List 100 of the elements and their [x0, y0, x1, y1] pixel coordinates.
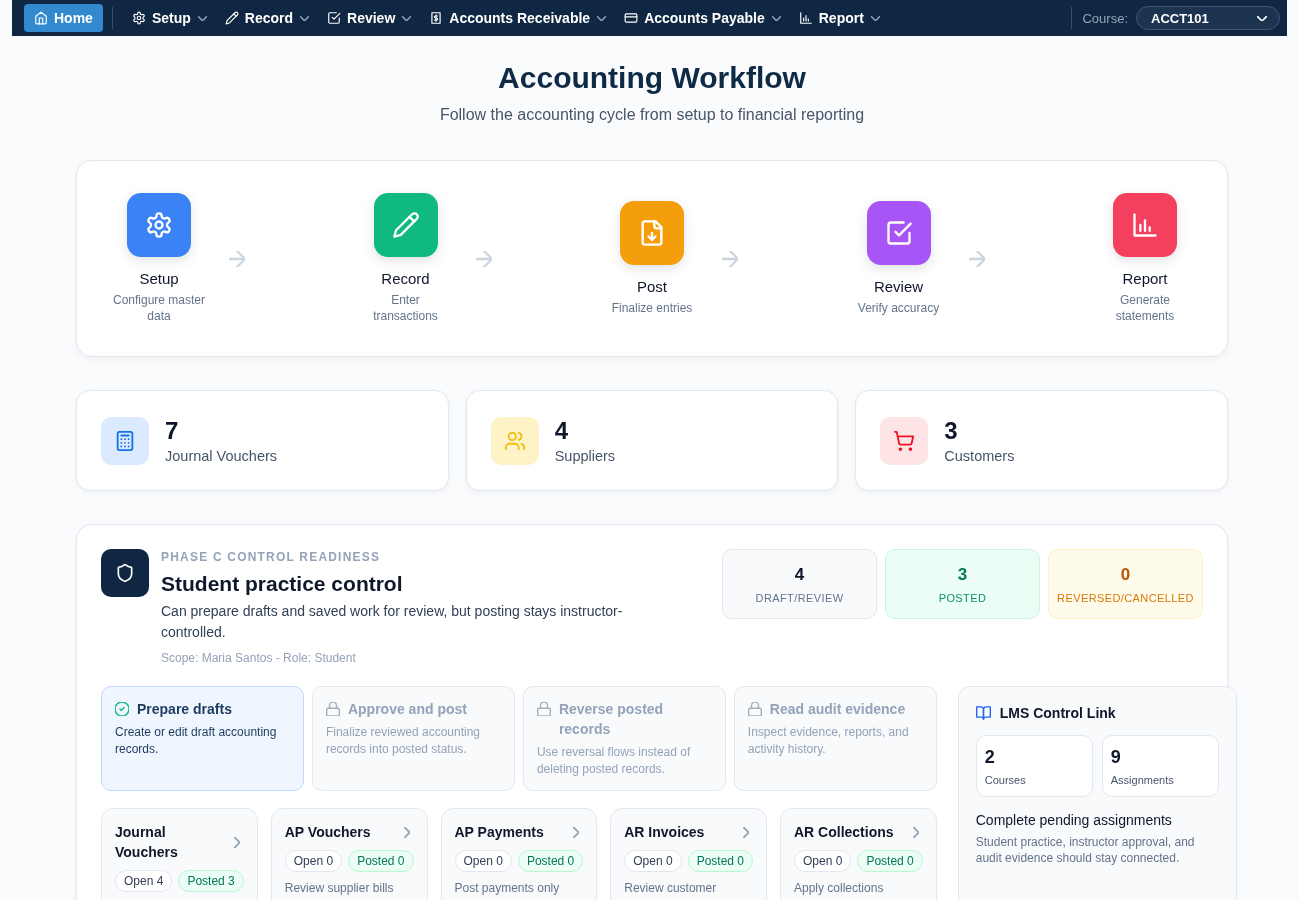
- module-card[interactable]: AR Collections Open 0 Posted 0 Apply collections: [780, 808, 937, 900]
- module-title: Journal Vouchers: [115, 823, 179, 862]
- module-description: Review customer: [624, 880, 718, 896]
- chevron-right-icon: [573, 826, 580, 838]
- lock-icon: [325, 702, 340, 716]
- nav-menu-button[interactable]: Accounts Receivable: [420, 4, 616, 32]
- count-pill: Posted 0: [687, 850, 753, 872]
- lms-title: LMS Control Link: [999, 704, 1116, 723]
- module-card[interactable]: AR Invoices Open 0 Posted 0 Review customer: [610, 808, 767, 900]
- chevron-right-icon: [912, 826, 919, 838]
- page-title: Accounting Workflow: [497, 60, 807, 96]
- metric-value: 2: [984, 746, 996, 768]
- book-icon: [975, 706, 991, 720]
- chevron-down-icon: [870, 15, 880, 21]
- module-title: AR Collections: [794, 823, 894, 842]
- module-title: AP Vouchers: [284, 823, 371, 842]
- permission-description: Finalize reviewed accounting records into posted status.: [325, 724, 482, 758]
- chevron-down-icon: [771, 15, 781, 21]
- count-pill: Open 4: [115, 870, 173, 892]
- chevron-down-icon: [597, 15, 607, 21]
- permission-description: Use reversal flows instead of deleting posted records.: [536, 744, 692, 778]
- module-description: Post payments only: [454, 880, 561, 896]
- stat-value: 7: [165, 415, 180, 446]
- count-pill: Open 0: [284, 850, 343, 872]
- lms-description: Student practice, instructor approval, and audit evidence should stay connected.: [975, 834, 1196, 866]
- arrow-right-icon: [968, 250, 985, 267]
- permission-description: Inspect evidence, reports, and activity history.: [747, 724, 910, 758]
- lock-icon: [747, 702, 762, 716]
- bar-chart-icon: [798, 11, 813, 25]
- module-description: Apply collections: [794, 880, 885, 896]
- stat-label: Suppliers: [554, 446, 616, 466]
- chevron-down-icon: [300, 15, 310, 21]
- arrow-right-icon: [475, 250, 492, 267]
- module-title: AR Invoices: [624, 823, 705, 842]
- course-select[interactable]: ACCT101: [1136, 6, 1280, 30]
- step-description: Verify accuracy: [857, 300, 940, 316]
- count-pill: Posted 0: [348, 850, 414, 872]
- nav-menu-button[interactable]: Report: [789, 4, 889, 32]
- metric-label: Courses: [984, 773, 1027, 787]
- nav-menu-button[interactable]: Setup: [122, 4, 216, 32]
- section-eyebrow: PHASE C CONTROL READINESS: [161, 549, 382, 565]
- module-title: AP Payments: [454, 823, 544, 842]
- nav-menu-button[interactable]: Accounts Payable: [615, 4, 790, 32]
- module-description: Review supplier bills: [284, 880, 395, 896]
- counter-label: DRAFT/REVIEW: [755, 590, 844, 605]
- metric-value: 9: [1110, 746, 1122, 768]
- section-description: Can prepare drafts and saved work for review, but posting stays instructor-controlled.: [161, 602, 624, 642]
- lms-heading: Complete pending assignments: [975, 811, 1173, 830]
- step-title: Report: [1122, 269, 1168, 289]
- scope-text: Scope: Maria Santos - Role: Student: [161, 650, 357, 666]
- metric-label: Assignments: [1110, 773, 1175, 787]
- gear-icon: [131, 11, 146, 25]
- step-description: Generate statements: [1114, 292, 1176, 324]
- counter-label: POSTED: [938, 590, 987, 605]
- module-card[interactable]: AP Vouchers Open 0 Posted 0 Review supplier bills: [270, 808, 428, 900]
- count-pill: Posted 0: [857, 850, 923, 872]
- credit-card-icon: [624, 11, 639, 25]
- permission-description: Create or edit draft accounting records.: [115, 724, 278, 758]
- course-label: Course:: [1082, 10, 1128, 26]
- counter-value: 0: [1120, 563, 1131, 586]
- permission-title: Prepare drafts: [137, 700, 232, 719]
- stat-value: 4: [554, 415, 569, 446]
- shield-icon: [101, 549, 149, 597]
- module-card[interactable]: AP Payments Open 0 Posted 0 Post payments only: [440, 808, 598, 900]
- lock-icon: [536, 702, 551, 716]
- nav-menu-button[interactable]: Review: [318, 4, 421, 32]
- dollar-document-icon: [429, 11, 444, 25]
- chevron-right-icon: [743, 826, 749, 838]
- checkbox-icon: [327, 11, 342, 25]
- arrow-right-icon: [722, 250, 738, 267]
- chevron-down-icon: [402, 15, 412, 21]
- counter-label: REVERSED/CANCELLED: [1057, 590, 1194, 605]
- nav-menu-button[interactable]: Record: [215, 4, 319, 32]
- arrow-right-icon: [229, 250, 245, 267]
- stat-label: Customers: [944, 446, 1015, 466]
- count-pill: Open 0: [794, 850, 852, 872]
- section-title: Student practice control: [161, 571, 404, 597]
- step-description: Finalize entries: [611, 300, 693, 316]
- step-description: Configure master data: [112, 292, 206, 324]
- permission-title: Reverse posted records: [558, 700, 665, 739]
- chevron-right-icon: [403, 826, 410, 838]
- pencil-icon: [224, 11, 239, 25]
- counter-value: 3: [957, 563, 968, 586]
- step-title: Record: [381, 269, 430, 289]
- count-pill: Open 0: [624, 850, 682, 872]
- stat-value: 3: [944, 415, 959, 446]
- home-icon: [34, 11, 48, 25]
- permission-title: Approve and post: [347, 700, 467, 719]
- page-subtitle: Follow the accounting cycle from setup to financial reporting: [438, 105, 866, 125]
- chevron-down-icon: [1257, 15, 1267, 21]
- chevron-right-icon: [233, 836, 240, 848]
- counter-value: 4: [794, 563, 805, 586]
- step-title: Post: [637, 277, 667, 297]
- count-pill: Posted 3: [178, 870, 244, 892]
- module-card[interactable]: Journal Vouchers Open 4 Posted 3: [101, 808, 258, 900]
- chevron-down-icon: [197, 15, 207, 21]
- count-pill: Open 0: [454, 850, 512, 872]
- step-title: Review: [873, 277, 924, 297]
- nav-link-button[interactable]: Home: [24, 4, 103, 32]
- step-description: Enter transactions: [372, 292, 439, 324]
